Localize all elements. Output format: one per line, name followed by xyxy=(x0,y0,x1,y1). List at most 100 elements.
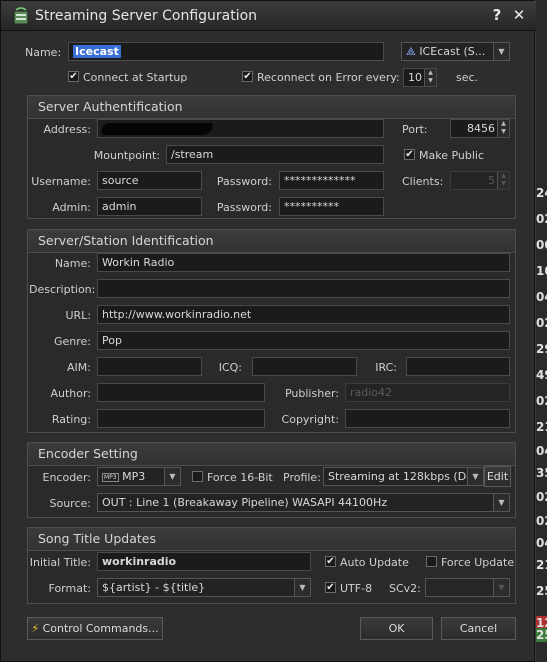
close-button[interactable]: ✕ xyxy=(510,6,528,24)
background-number: 21 xyxy=(536,558,547,572)
background-number: 25 xyxy=(536,584,547,598)
irc-input[interactable] xyxy=(406,357,510,376)
window-title: Streaming Server Configuration xyxy=(35,8,258,24)
control-commands-button[interactable]: ⚡ Control Commands... xyxy=(27,617,163,640)
encoder-value: MP3 xyxy=(122,470,146,483)
auto-update-checkbox[interactable]: ✔ xyxy=(325,556,336,567)
spin-arrows-icon: ▲ ▼ xyxy=(497,172,509,189)
username-input[interactable]: source xyxy=(97,171,202,190)
port-value: 8456 xyxy=(467,122,495,135)
profile-value: Streaming at 128kbps (De... xyxy=(328,470,484,483)
name-label: Name: xyxy=(25,46,62,59)
clients-value: 5 xyxy=(488,174,495,187)
rating-label: Rating: xyxy=(51,413,91,426)
background-number: 02 xyxy=(536,212,547,226)
reconnect-checkbox[interactable]: ✔ xyxy=(242,71,253,82)
reconnect-seconds-input[interactable]: 10 ▲ ▼ xyxy=(403,68,437,87)
chevron-down-icon: ▼ xyxy=(493,494,509,511)
chevron-down-icon: ▼ xyxy=(467,468,483,485)
port-label: Port: xyxy=(402,123,428,136)
background-number: 02 xyxy=(536,394,547,408)
reconnect-label: Reconnect on Error every: xyxy=(257,71,400,84)
connect-startup-checkbox[interactable]: ✔ xyxy=(68,71,79,82)
rating-input[interactable] xyxy=(97,409,265,428)
spin-arrows-icon[interactable]: ▲ ▼ xyxy=(497,120,509,137)
aim-input[interactable] xyxy=(97,357,202,376)
publisher-label: Publisher: xyxy=(284,387,339,400)
background-number: 10 xyxy=(536,264,547,278)
admin-label: Admin: xyxy=(52,201,91,214)
seconds-unit-label: sec. xyxy=(456,71,479,84)
force-update-checkbox[interactable] xyxy=(426,556,437,567)
check-icon: ✔ xyxy=(69,71,78,82)
background-number: 29 xyxy=(536,342,547,356)
url-input[interactable]: http://www.workinradio.net xyxy=(97,305,510,324)
aim-label: AIM: xyxy=(67,361,91,374)
station-name-input[interactable]: Workin Radio xyxy=(97,253,510,272)
edit-profile-button[interactable]: Edit xyxy=(484,466,511,487)
admin-password-label: Password: xyxy=(216,201,272,214)
force16-label: Force 16-Bit xyxy=(207,471,273,484)
url-label: URL: xyxy=(65,309,91,322)
background-number: 35 xyxy=(536,466,547,480)
format-label: Format: xyxy=(48,582,91,595)
chevron-down-icon: ▼ xyxy=(164,468,180,485)
help-button[interactable]: ? xyxy=(488,6,506,24)
background-number: 49 xyxy=(536,368,547,382)
connect-startup-label: Connect at Startup xyxy=(83,71,188,84)
profile-label: Profile: xyxy=(283,471,321,484)
spin-arrows-icon[interactable]: ▲ ▼ xyxy=(424,69,436,86)
encoder-label: Encoder: xyxy=(42,471,92,484)
station-id-heading: Server/Station Identification xyxy=(28,230,515,253)
copyright-label: Copyright: xyxy=(281,413,339,426)
server-type-select[interactable]: ⟁ ICEcast (S... ▼ xyxy=(401,42,510,61)
password-input[interactable]: ************* xyxy=(279,171,384,190)
initial-title-input[interactable]: workinradio xyxy=(97,552,311,571)
chevron-down-icon: ▼ xyxy=(493,43,509,60)
publisher-input: radio42 xyxy=(345,383,510,402)
mp3-badge-icon: MP3 xyxy=(102,472,119,482)
control-commands-label: Control Commands... xyxy=(42,622,159,635)
encoder-select[interactable]: MP3 MP3 ▼ xyxy=(97,467,181,486)
format-select[interactable]: ${artist} - ${title} ▼ xyxy=(97,578,311,597)
copyright-input[interactable] xyxy=(345,409,510,428)
admin-input[interactable]: admin xyxy=(97,197,202,216)
cancel-button[interactable]: Cancel xyxy=(441,617,516,640)
format-value: ${artist} - ${title} xyxy=(102,581,206,594)
port-input[interactable]: 8456 ▲ ▼ xyxy=(450,119,510,138)
server-type-value: ICEcast (S... xyxy=(419,45,486,58)
server-auth-heading: Server Authentification xyxy=(28,96,515,119)
description-label: Description: xyxy=(29,283,96,296)
force16-checkbox[interactable] xyxy=(192,471,203,482)
background-number: 25 xyxy=(536,628,547,642)
mountpoint-input[interactable]: /stream xyxy=(166,145,384,164)
title-bar[interactable]: Streaming Server Configuration ? ✕ xyxy=(1,1,536,31)
description-input[interactable] xyxy=(97,279,510,298)
ok-button[interactable]: OK xyxy=(360,617,433,640)
station-name-label: Name: xyxy=(54,257,91,270)
check-icon: ✔ xyxy=(326,556,335,567)
name-input-selection: Icecast xyxy=(73,45,121,58)
admin-password-input[interactable]: ********** xyxy=(279,197,384,216)
clients-label: Clients: xyxy=(402,175,444,188)
icq-input[interactable] xyxy=(252,357,357,376)
background-number: 02 xyxy=(536,514,547,528)
source-select[interactable]: OUT : Line 1 (Breakaway Pipeline) WASAPI… xyxy=(97,493,510,512)
name-input[interactable]: Icecast xyxy=(68,42,384,61)
genre-input[interactable]: Pop xyxy=(97,331,510,350)
make-public-checkbox[interactable]: ✔ xyxy=(404,149,415,160)
make-public-label: Make Public xyxy=(419,149,485,162)
song-title-heading: Song Title Updates xyxy=(28,528,515,551)
background-number: 02 xyxy=(536,316,547,330)
background-number: 02 xyxy=(536,490,547,504)
password-label: Password: xyxy=(216,175,272,188)
force-update-label: Force Update xyxy=(441,556,515,569)
username-label: Username: xyxy=(31,175,91,188)
utf8-checkbox[interactable]: ✔ xyxy=(325,582,336,593)
initial-title-label: Initial Title: xyxy=(29,556,91,569)
author-input[interactable] xyxy=(97,383,265,402)
address-input[interactable] xyxy=(97,119,384,138)
redacted-scribble xyxy=(100,123,214,135)
profile-select[interactable]: Streaming at 128kbps (De... ▼ xyxy=(323,467,484,486)
source-value: OUT : Line 1 (Breakaway Pipeline) WASAPI… xyxy=(102,496,388,509)
